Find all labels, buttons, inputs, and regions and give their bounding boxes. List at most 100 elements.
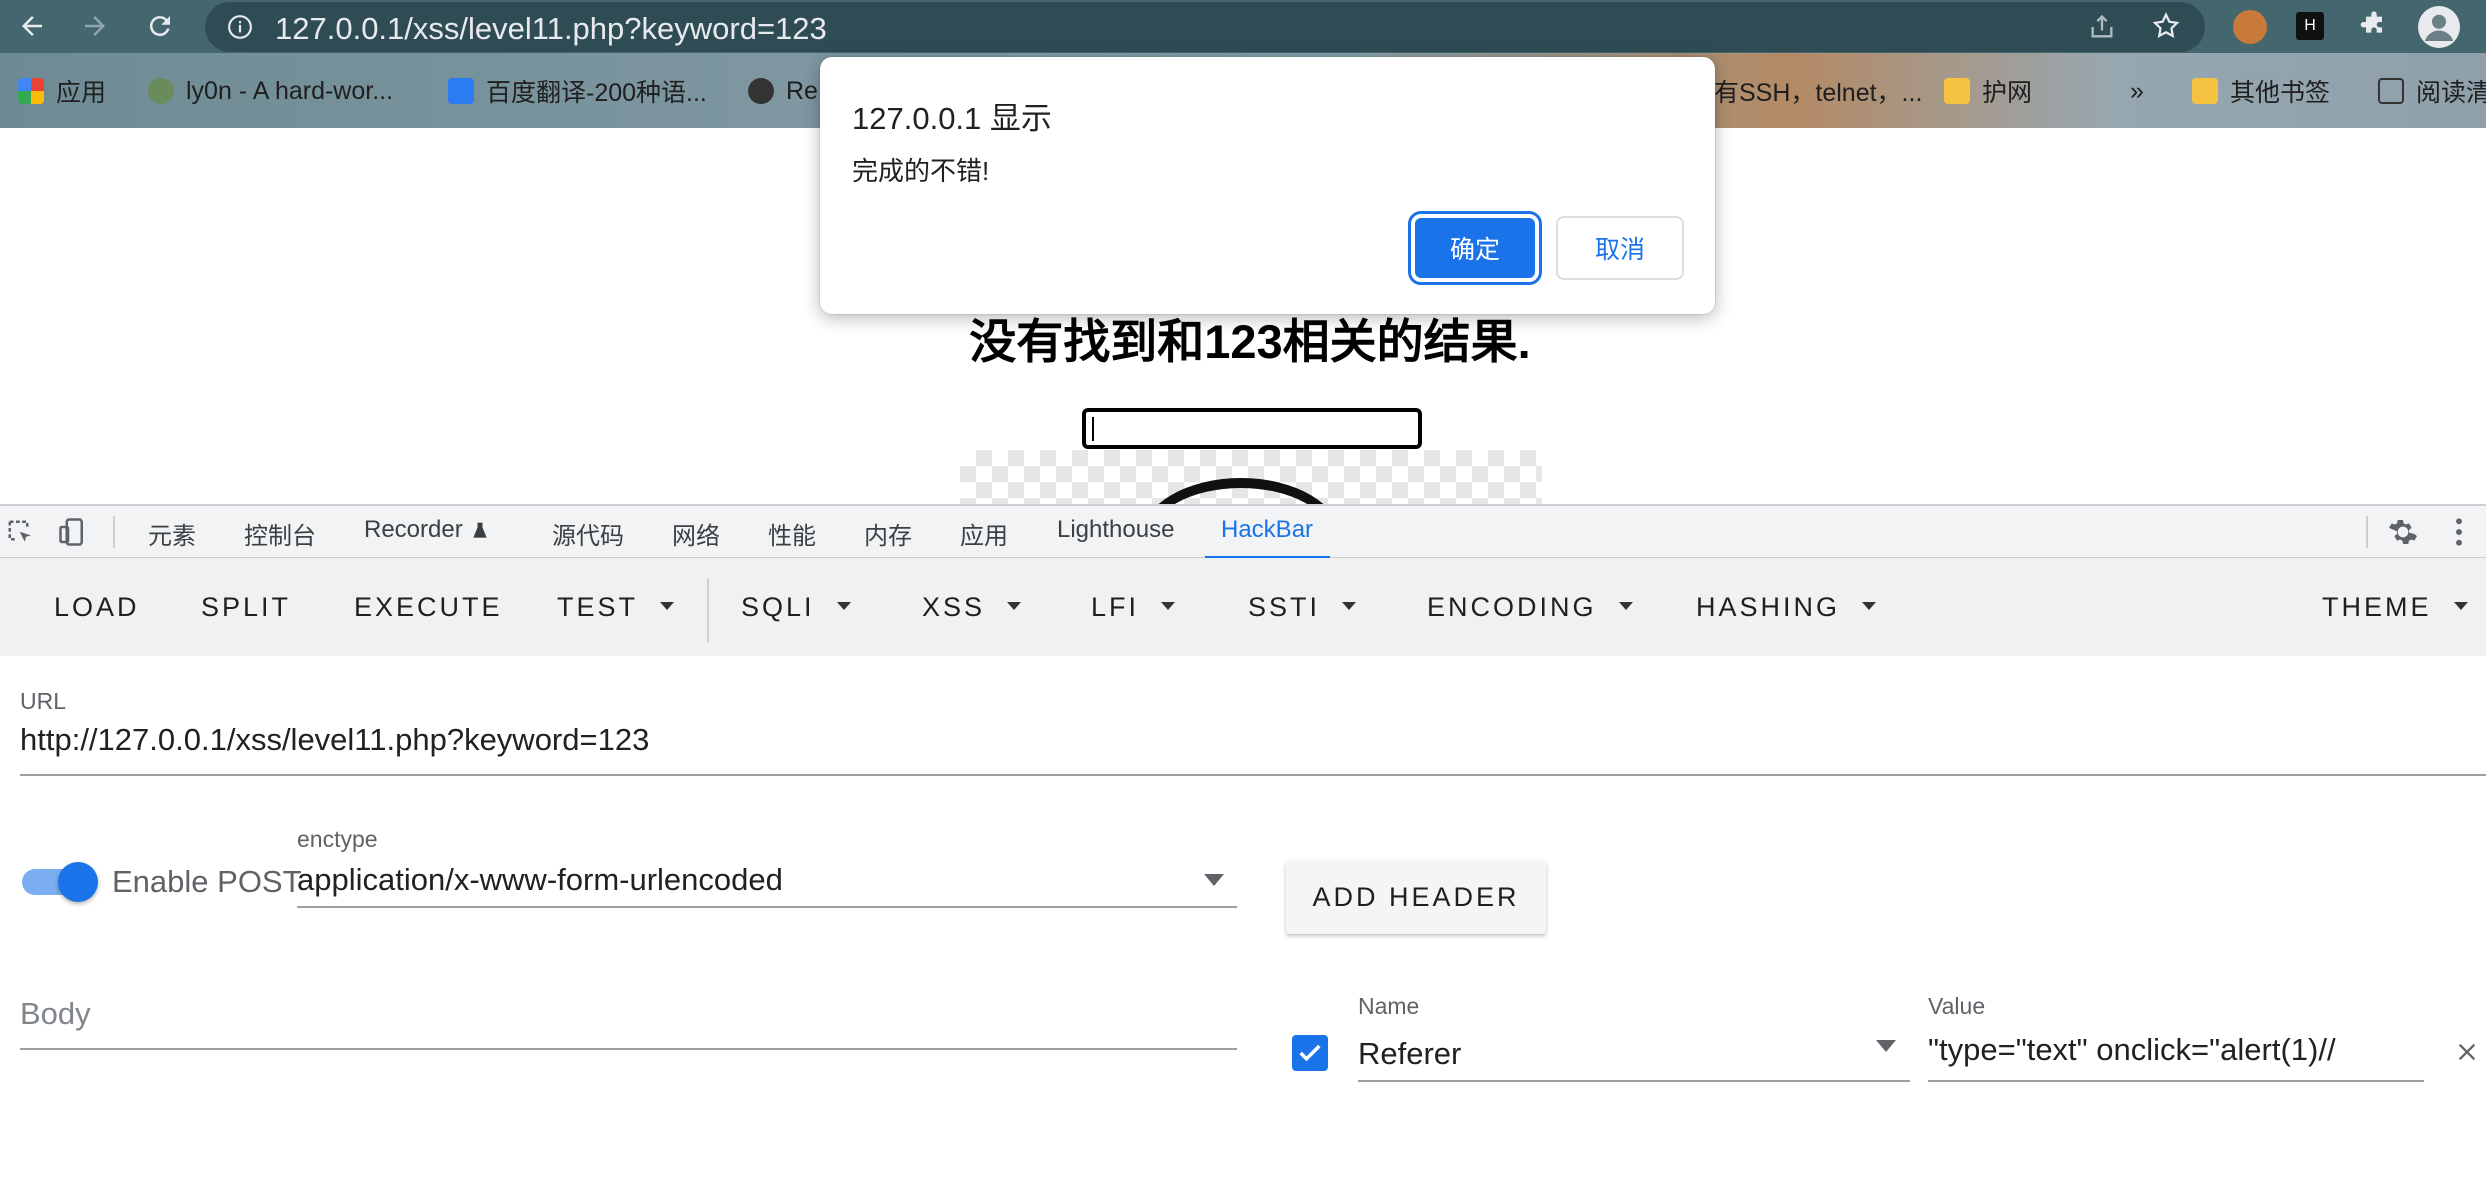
header-name-underline: [1358, 1080, 1910, 1082]
image-arc: [1141, 478, 1341, 504]
bookmark-apps[interactable]: 应用: [18, 71, 106, 111]
info-icon[interactable]: [227, 14, 253, 45]
encoding-menu-button[interactable]: ENCODING: [1427, 592, 1633, 623]
toolbar-divider: [707, 578, 709, 642]
puzzle-icon[interactable]: [2358, 10, 2390, 47]
enctype-label: enctype: [297, 826, 378, 852]
sqli-menu-button[interactable]: SQLI: [741, 592, 851, 623]
bookmark-label: 阅读清: [2416, 79, 2486, 107]
more-vert-icon[interactable]: [2452, 516, 2466, 553]
hashing-menu-button[interactable]: HASHING: [1696, 592, 1877, 623]
device-toolbar-icon[interactable]: [58, 516, 88, 553]
ly0n-icon: [148, 78, 174, 104]
body-underline: [20, 1048, 1237, 1050]
level-image: [960, 450, 1542, 504]
lfi-label: LFI: [1091, 592, 1140, 622]
ok-button[interactable]: 确定: [1408, 211, 1542, 285]
theme-label: THEME: [2322, 592, 2432, 622]
star-icon[interactable]: [2151, 11, 2181, 46]
header-enabled-checkbox[interactable]: [1292, 1035, 1328, 1071]
xss-label: XSS: [922, 592, 986, 622]
translate-icon: [448, 78, 474, 104]
bookmark-huwang[interactable]: 护网: [1944, 71, 2032, 111]
tab-console[interactable]: 控制台: [244, 516, 316, 551]
header-value-underline: [1928, 1080, 2424, 1082]
chevron-down-icon: [1618, 601, 1633, 610]
bookmark-ly0n[interactable]: ly0n - A hard-wor...: [148, 71, 393, 111]
folder-icon: [1944, 78, 1970, 104]
apps-grid-icon: [18, 78, 44, 104]
xss-menu-button[interactable]: XSS: [922, 592, 1022, 623]
bookmark-label: 应用: [56, 79, 107, 107]
tab-recorder[interactable]: Recorder: [364, 516, 463, 544]
folder-icon: [2192, 78, 2218, 104]
tab-sources[interactable]: 源代码: [552, 516, 624, 551]
add-header-button[interactable]: ADD HEADER: [1286, 861, 1546, 934]
browser-toolbar: 127.0.0.1/xss/level11.php?keyword=123 H: [0, 0, 2486, 53]
chevron-down-icon: [1862, 601, 1877, 610]
tab-lighthouse[interactable]: Lighthouse: [1057, 516, 1174, 544]
chevron-down-icon: [660, 601, 675, 610]
bookmark-label: 有SSH，telnet，...: [1714, 79, 1923, 107]
extension-monkey-icon[interactable]: [2233, 10, 2267, 44]
keyword-input[interactable]: [1082, 408, 1422, 449]
enable-post-toggle[interactable]: [58, 862, 98, 902]
tab-performance[interactable]: 性能: [768, 516, 816, 551]
divider: [2366, 516, 2368, 548]
dialog-message: 完成的不错!: [852, 156, 990, 186]
address-bar[interactable]: 127.0.0.1/xss/level11.php?keyword=123: [205, 2, 2205, 52]
devtools-tabbar: 元素 控制台 Recorder 源代码 网络 性能 内存 应用 Lighthou…: [0, 504, 2486, 559]
body-input[interactable]: Body: [20, 996, 91, 1032]
flask-icon: [470, 520, 490, 547]
back-icon[interactable]: [12, 6, 52, 46]
tab-elements[interactable]: 元素: [148, 516, 196, 551]
address-url: 127.0.0.1/xss/level11.php?keyword=123: [275, 11, 827, 46]
tab-hackbar[interactable]: HackBar: [1221, 516, 1313, 544]
execute-button[interactable]: EXECUTE: [354, 592, 503, 623]
chevron-down-icon: [1007, 601, 1022, 610]
tab-memory[interactable]: 内存: [864, 516, 912, 551]
bookmark-reading-list[interactable]: 阅读清: [2378, 71, 2486, 111]
re-icon: [748, 78, 774, 104]
cancel-button[interactable]: 取消: [1556, 216, 1684, 280]
ssti-menu-button[interactable]: SSTI: [1248, 592, 1357, 623]
bookmark-ssh[interactable]: 有SSH，telnet，...: [1714, 71, 1922, 111]
enable-post-label: Enable POST: [112, 864, 302, 899]
settings-gear-icon[interactable]: [2387, 516, 2419, 553]
reload-icon[interactable]: [140, 6, 180, 46]
hackbar-toolbar: LOAD SPLIT EXECUTE TEST SQLI XSS LFI SST…: [0, 558, 2486, 656]
tab-application[interactable]: 应用: [960, 516, 1008, 551]
split-button[interactable]: SPLIT: [201, 592, 291, 623]
url-field-underline: [20, 774, 2486, 776]
bookmark-label: Re: [786, 76, 818, 105]
test-menu-button[interactable]: TEST: [557, 592, 675, 623]
enctype-dropdown-icon[interactable]: [1204, 873, 1224, 891]
url-field[interactable]: http://127.0.0.1/xss/level11.php?keyword…: [20, 722, 649, 758]
lfi-menu-button[interactable]: LFI: [1091, 592, 1176, 623]
sqli-label: SQLI: [741, 592, 815, 622]
chevron-down-icon: [836, 601, 851, 610]
extension-hackbar-icon[interactable]: H: [2296, 12, 2324, 40]
header-name-select[interactable]: Referer: [1358, 1036, 1461, 1072]
bookmark-baidu-translate[interactable]: 百度翻译-200种语...: [448, 71, 707, 111]
bookmark-re[interactable]: Re: [748, 71, 818, 111]
tab-network[interactable]: 网络: [672, 516, 720, 551]
theme-menu-button[interactable]: THEME: [2322, 592, 2468, 623]
overflow-label: »: [2130, 76, 2144, 105]
forward-icon[interactable]: [75, 6, 115, 46]
header-name-dropdown-icon[interactable]: [1876, 1039, 1896, 1057]
load-button[interactable]: LOAD: [54, 592, 140, 623]
bookmark-label: 其他书签: [2230, 79, 2331, 107]
ssti-label: SSTI: [1248, 592, 1321, 622]
profile-avatar[interactable]: [2418, 6, 2460, 48]
bookmark-label: 护网: [1982, 79, 2033, 107]
enctype-select[interactable]: application/x-www-form-urlencoded: [297, 862, 783, 898]
chevron-down-icon: [2453, 601, 2468, 610]
inspect-element-icon[interactable]: [6, 518, 36, 553]
alert-dialog: 127.0.0.1 显示 完成的不错! 确定 取消: [820, 57, 1715, 314]
bookmarks-overflow-button[interactable]: »: [2130, 71, 2144, 111]
bookmark-other[interactable]: 其他书签: [2192, 71, 2330, 111]
share-icon[interactable]: [2087, 13, 2117, 46]
header-value-input[interactable]: "type="text" onclick="alert(1)//: [1928, 1032, 2336, 1068]
remove-header-close-icon[interactable]: [2456, 1041, 2478, 1068]
